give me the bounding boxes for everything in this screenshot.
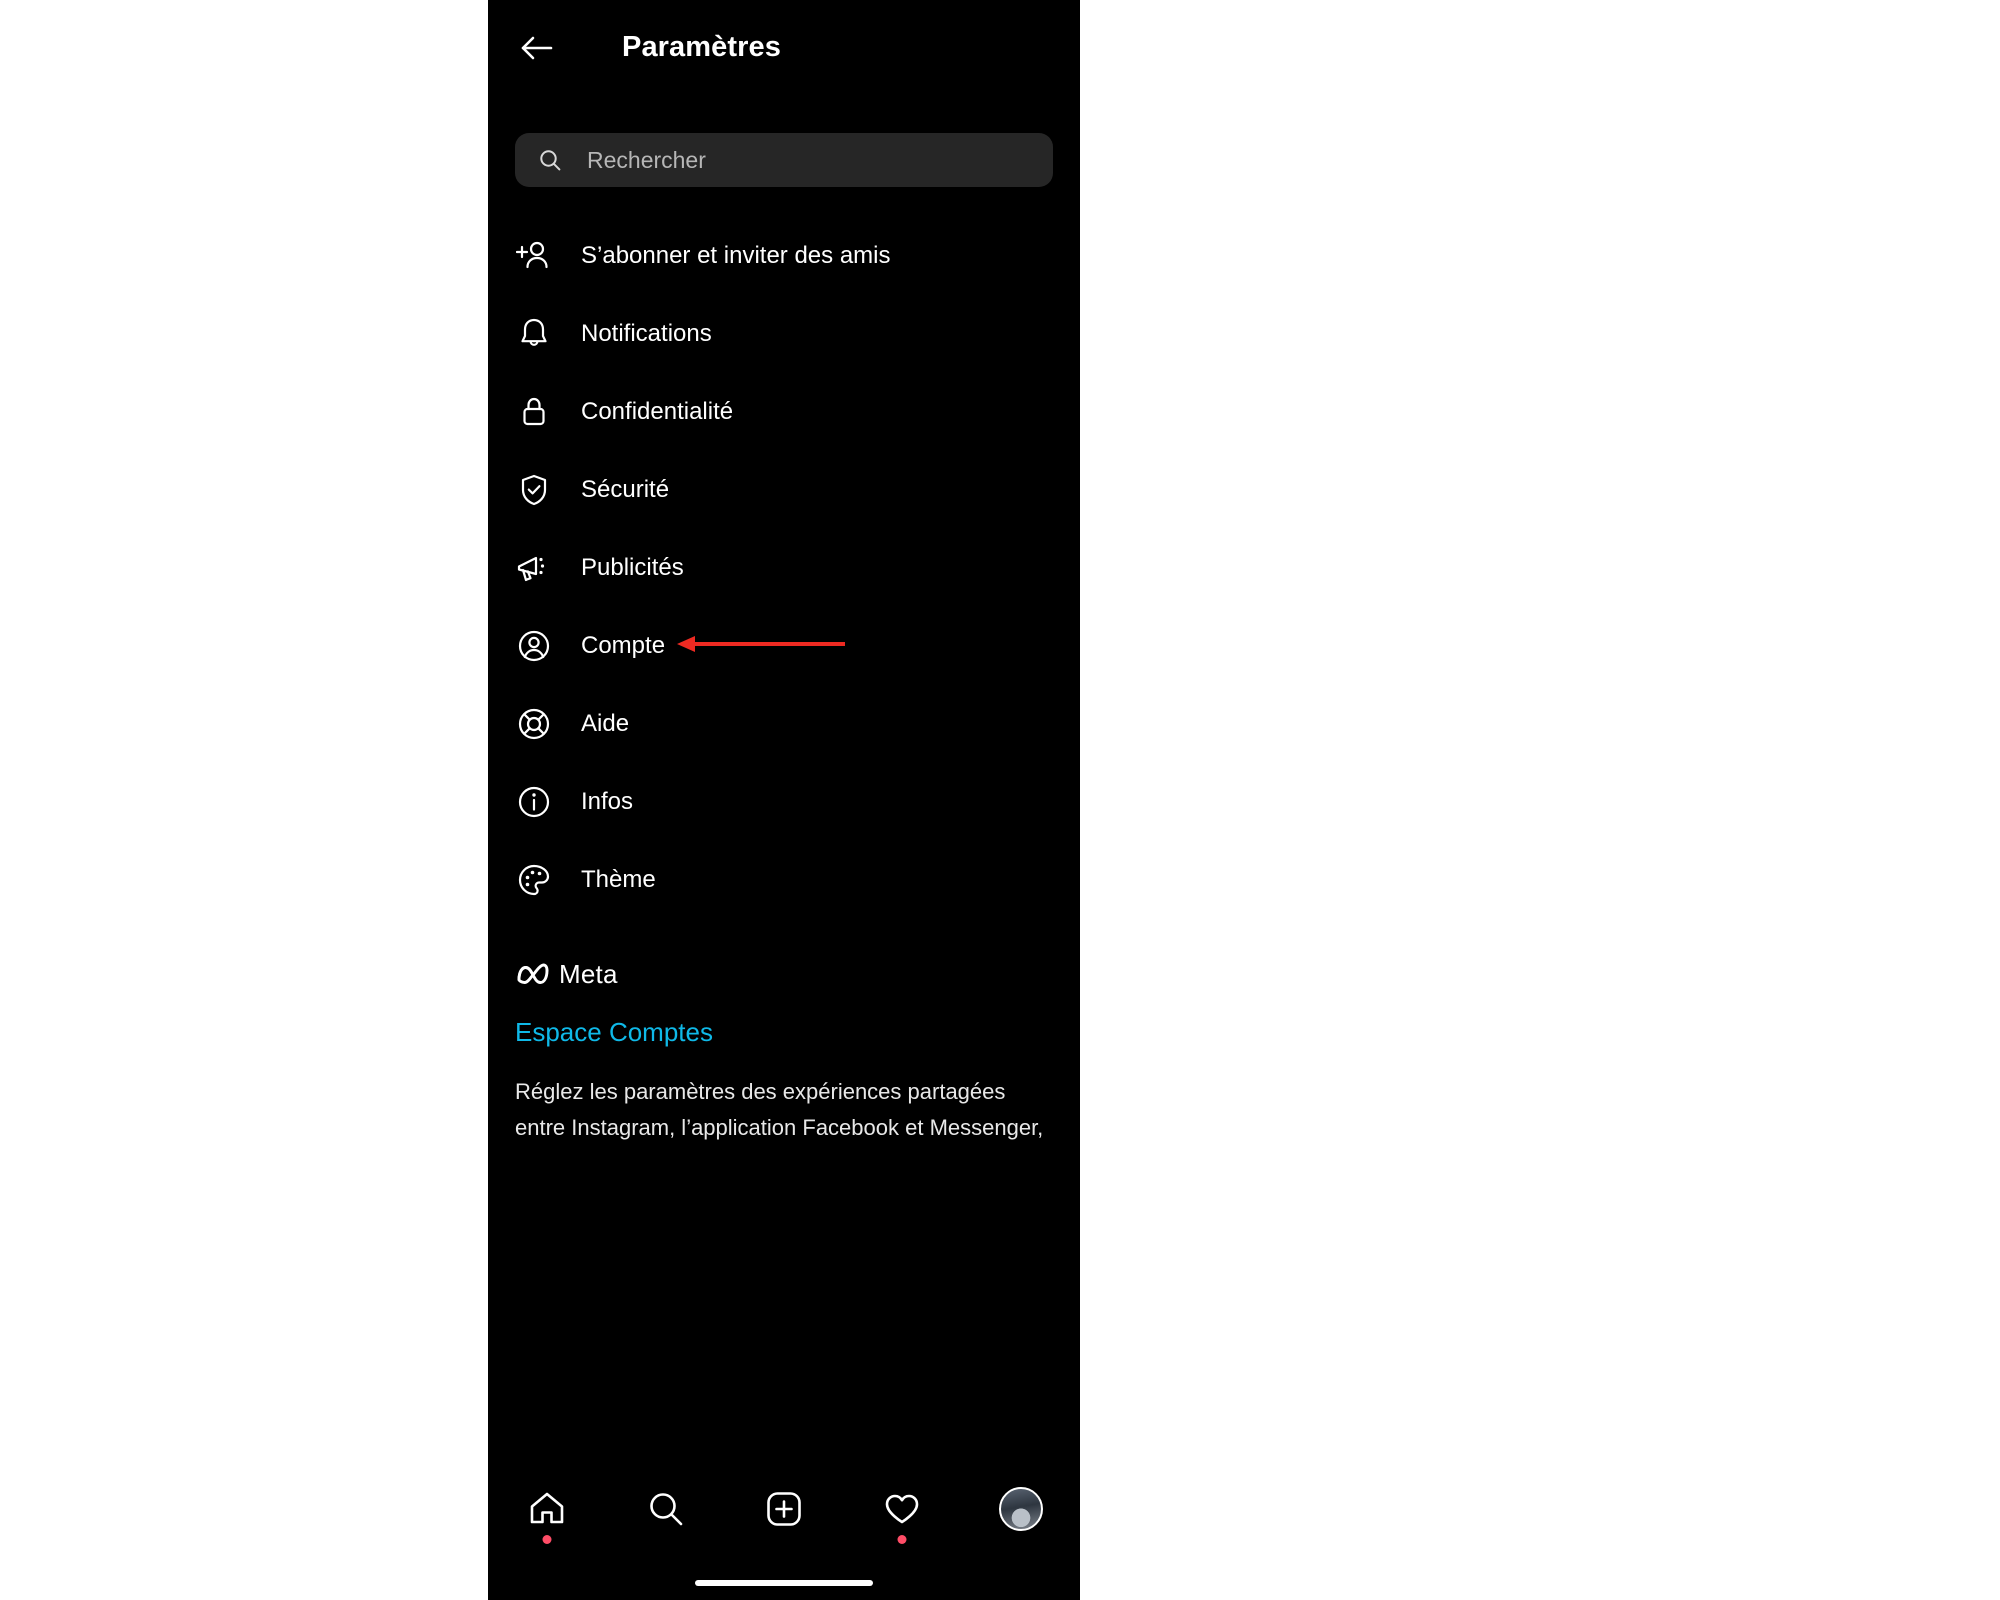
menu-item-label: Confidentialité <box>581 398 734 425</box>
megaphone-icon <box>515 549 553 587</box>
gesture-home-indicator <box>695 1580 873 1586</box>
menu-item-label: Aide <box>581 710 630 737</box>
meta-brand-label: Meta <box>559 958 618 989</box>
menu-item-label: Sécurité <box>581 476 670 503</box>
meta-section: Meta Espace Comptes Réglez les paramètre… <box>488 919 1080 1150</box>
menu-item-confidentialite[interactable]: Confidentialité <box>488 373 1080 451</box>
plus-square-icon <box>767 1492 801 1526</box>
life-ring-icon <box>515 705 553 743</box>
nav-search-button[interactable] <box>635 1478 697 1540</box>
menu-item-notifications[interactable]: Notifications <box>488 295 1080 373</box>
account-circle-icon <box>515 627 553 665</box>
search-icon <box>649 1493 682 1526</box>
nav-home-button[interactable] <box>516 1478 578 1544</box>
settings-header: Paramètres <box>488 0 1080 95</box>
meta-description: Réglez les paramètres des expériences pa… <box>515 1079 1044 1140</box>
bell-icon <box>515 315 553 353</box>
avatar <box>998 1487 1043 1531</box>
back-button[interactable] <box>514 25 560 71</box>
screenshot-canvas: Paramètres Rechercher S’abonner et invit… <box>0 0 2000 1600</box>
meta-infinity-icon <box>515 962 551 986</box>
bottom-navigation-bar <box>488 1460 1080 1600</box>
search-input[interactable]: Rechercher <box>515 133 1053 187</box>
menu-item-label: Infos <box>581 788 634 815</box>
nav-create-button[interactable] <box>753 1478 815 1540</box>
arrow-left-icon <box>521 36 553 59</box>
menu-item-compte[interactable]: Compte <box>488 607 1080 685</box>
home-icon <box>530 1492 564 1524</box>
home-notification-dot <box>542 1535 552 1544</box>
palette-icon <box>515 861 553 899</box>
nav-activity-button[interactable] <box>871 1478 933 1544</box>
lock-icon <box>515 393 553 431</box>
menu-item-aide[interactable]: Aide <box>488 685 1080 763</box>
menu-item-label: Publicités <box>581 554 684 581</box>
search-icon <box>537 147 563 173</box>
info-circle-icon <box>515 783 553 821</box>
menu-item-theme[interactable]: Thème <box>488 841 1080 919</box>
espace-comptes-link[interactable]: Espace Comptes <box>515 1017 1053 1048</box>
menu-item-abonner-inviter[interactable]: S’abonner et inviter des amis <box>488 217 1080 295</box>
nav-profile-button[interactable] <box>990 1478 1052 1540</box>
search-placeholder: Rechercher <box>587 146 706 173</box>
page-title: Paramètres <box>622 31 781 63</box>
menu-item-securite[interactable]: Sécurité <box>488 451 1080 529</box>
menu-item-label: Compte <box>581 632 666 659</box>
meta-brand: Meta <box>515 955 1053 993</box>
phone-screen: Paramètres Rechercher S’abonner et invit… <box>488 0 1080 1600</box>
menu-item-infos[interactable]: Infos <box>488 763 1080 841</box>
settings-menu: S’abonner et inviter des amis Notificati… <box>488 187 1080 919</box>
menu-item-publicites[interactable]: Publicités <box>488 529 1080 607</box>
menu-item-label: Notifications <box>581 320 712 347</box>
menu-item-label: S’abonner et inviter des amis <box>581 242 891 269</box>
shield-check-icon <box>515 471 553 509</box>
person-plus-icon <box>515 237 553 275</box>
search-section: Rechercher <box>488 95 1080 187</box>
activity-notification-dot <box>897 1535 907 1544</box>
heart-icon <box>886 1494 919 1524</box>
menu-item-label: Thème <box>581 866 656 893</box>
